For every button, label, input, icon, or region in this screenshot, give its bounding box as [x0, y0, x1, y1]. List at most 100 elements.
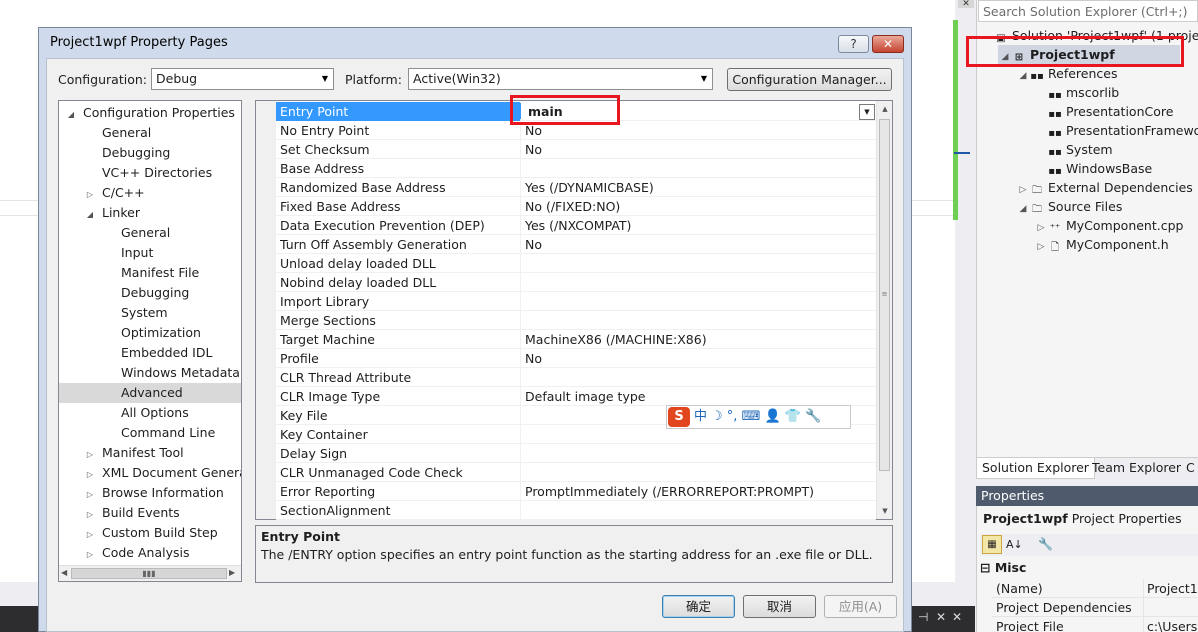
- tab-class-view[interactable]: C: [1181, 458, 1198, 479]
- entry-point-dropdown[interactable]: ▼: [859, 104, 875, 120]
- property-row[interactable]: Set Checksum No: [276, 140, 876, 159]
- solution-explorer-item[interactable]: ▷ ⁺⁺ MyComponent.cpp: [1034, 216, 1184, 235]
- property-value[interactable]: No (/FIXED:NO): [525, 197, 873, 216]
- properties-row[interactable]: (Name) Project1: [992, 579, 1198, 598]
- tree-item[interactable]: General: [59, 123, 241, 143]
- solution-explorer-item[interactable]: ◢ 🗀 Source Files: [1016, 197, 1123, 219]
- scroll-right-icon[interactable]: ▶: [229, 568, 235, 577]
- property-value[interactable]: Yes (/NXCOMPAT): [525, 216, 873, 235]
- tree-item[interactable]: Debugging: [59, 143, 241, 163]
- tree-item[interactable]: ▷ C/C++: [59, 183, 241, 203]
- property-value[interactable]: [525, 463, 873, 482]
- property-row[interactable]: Target Machine MachineX86 (/MACHINE:X86): [276, 330, 876, 349]
- property-row[interactable]: Turn Off Assembly Generation No: [276, 235, 876, 254]
- property-grid-scrollbar[interactable]: ▲ ≡ ▼: [876, 101, 892, 519]
- solution-explorer-item[interactable]: ▪▪ PresentationCore: [1034, 102, 1173, 121]
- tree-item[interactable]: ▷ Build Events: [59, 503, 241, 523]
- tree-item[interactable]: Command Line: [59, 423, 241, 443]
- ime-tools-icons[interactable]: ☽ °, ⌨ 👤 👕 🔧: [711, 406, 821, 428]
- scrollbar-thumb[interactable]: ≡: [879, 119, 890, 471]
- property-row[interactable]: CLR Image Type Default image type: [276, 387, 876, 406]
- tree-item[interactable]: Advanced: [59, 383, 241, 403]
- property-row[interactable]: Randomized Base Address Yes (/DYNAMICBASE…: [276, 178, 876, 197]
- scroll-down-icon[interactable]: ▼: [877, 503, 893, 519]
- property-row[interactable]: Delay Sign: [276, 444, 876, 463]
- expand-arrow-icon[interactable]: ▷: [84, 525, 96, 545]
- property-row[interactable]: Profile No: [276, 349, 876, 368]
- property-value[interactable]: PromptImmediately (/ERRORREPORT:PROMPT): [525, 482, 873, 501]
- property-row[interactable]: CLR Thread Attribute: [276, 368, 876, 387]
- property-value[interactable]: No: [525, 235, 873, 254]
- tree-item[interactable]: Windows Metadata: [59, 363, 241, 383]
- property-value[interactable]: [525, 273, 873, 292]
- configuration-select[interactable]: Debug ▼: [151, 68, 334, 90]
- expand-arrow-icon[interactable]: ▷: [84, 445, 96, 465]
- tree-item[interactable]: ▷ Browse Information: [59, 483, 241, 503]
- expand-arrow-icon[interactable]: ▷: [84, 545, 96, 565]
- tree-horizontal-scrollbar[interactable]: ◀ ▮▮▮ ▶: [59, 565, 241, 581]
- tree-item[interactable]: General: [59, 223, 241, 243]
- scrollbar-thumb[interactable]: ▮▮▮: [71, 568, 227, 579]
- property-row[interactable]: Merge Sections: [276, 311, 876, 330]
- scroll-left-icon[interactable]: ◀: [61, 568, 67, 577]
- solution-explorer-item[interactable]: ▷ 🗋 MyComponent.h: [1034, 235, 1169, 254]
- tree-item[interactable]: ▷ XML Document Generat: [59, 463, 241, 483]
- alphabetical-icon[interactable]: A↓: [1006, 535, 1023, 554]
- tree-item[interactable]: VC++ Directories: [59, 163, 241, 183]
- property-value[interactable]: [525, 254, 873, 273]
- properties-row[interactable]: Project Dependencies: [992, 598, 1198, 617]
- close-icon[interactable]: ✕: [936, 610, 946, 624]
- tree-item[interactable]: All Options: [59, 403, 241, 423]
- property-row[interactable]: Data Execution Prevention (DEP) Yes (/NXC…: [276, 216, 876, 235]
- tree-item[interactable]: System: [59, 303, 241, 323]
- properties-section-misc[interactable]: ⊟ Misc: [980, 560, 1026, 575]
- property-row[interactable]: Fixed Base Address No (/FIXED:NO): [276, 197, 876, 216]
- tree-item[interactable]: ▷ Custom Build Step: [59, 523, 241, 543]
- solution-explorer-item[interactable]: ▪▪ WindowsBase: [1034, 159, 1152, 178]
- properties-value[interactable]: Project1: [1144, 581, 1198, 596]
- pin-icon[interactable]: ⊣: [918, 610, 928, 624]
- properties-row[interactable]: Project File c:\Users: [992, 617, 1198, 632]
- property-value[interactable]: Yes (/DYNAMICBASE): [525, 178, 873, 197]
- editor-splitter[interactable]: [954, 0, 976, 632]
- tree-item[interactable]: Manifest File: [59, 263, 241, 283]
- tree-item[interactable]: Embedded IDL: [59, 343, 241, 363]
- scroll-up-icon[interactable]: ▲: [877, 101, 893, 117]
- property-value[interactable]: No: [525, 349, 873, 368]
- property-value[interactable]: Default image type: [525, 387, 873, 406]
- solution-explorer-item[interactable]: ▪▪ System: [1034, 140, 1112, 159]
- tab-team-explorer[interactable]: Team Explorer: [1087, 458, 1186, 479]
- property-value[interactable]: No: [525, 140, 873, 159]
- properties-value[interactable]: [1144, 600, 1147, 615]
- tree-item[interactable]: ▷ Manifest Tool: [59, 443, 241, 463]
- platform-select[interactable]: Active(Win32) ▼: [408, 68, 713, 90]
- property-row[interactable]: Error Reporting PromptImmediately (/ERROR…: [276, 482, 876, 501]
- tree-item[interactable]: ◢ Configuration Properties: [59, 103, 241, 123]
- property-row[interactable]: Unload delay loaded DLL: [276, 254, 876, 273]
- ime-mode-toggle[interactable]: 中: [694, 406, 707, 428]
- collapse-arrow-icon[interactable]: ◢: [1016, 200, 1030, 219]
- property-row[interactable]: Base Address: [276, 159, 876, 178]
- expand-arrow-icon[interactable]: ▷: [84, 485, 96, 505]
- property-pages-icon[interactable]: 🔧: [1038, 535, 1053, 554]
- expand-arrow-icon[interactable]: ▷: [84, 465, 96, 485]
- collapse-arrow-icon[interactable]: ◢: [84, 205, 96, 225]
- settings-tree[interactable]: ◢ Configuration Properties General Debuggin…: [58, 100, 242, 582]
- expand-arrow-icon[interactable]: ▷: [84, 505, 96, 525]
- apply-button[interactable]: 应用(A): [824, 595, 897, 618]
- expand-arrow-icon[interactable]: ▷: [84, 185, 96, 205]
- property-row[interactable]: SectionAlignment: [276, 501, 876, 520]
- close-button[interactable]: ✕: [872, 35, 904, 53]
- property-row[interactable]: Nobind delay loaded DLL: [276, 273, 876, 292]
- tab-solution-explorer[interactable]: Solution Explorer: [976, 458, 1095, 479]
- ime-toolbar[interactable]: S 中 ☽ °, ⌨ 👤 👕 🔧: [666, 405, 851, 429]
- property-value[interactable]: [525, 368, 873, 387]
- properties-object[interactable]: Project1wpf Project Properties: [983, 511, 1182, 526]
- solution-explorer-search-input[interactable]: Search Solution Explorer (Ctrl+;): [978, 0, 1198, 22]
- solution-explorer-item[interactable]: ▷ 🗀 External Dependencies: [1016, 178, 1193, 197]
- property-value[interactable]: [525, 501, 873, 520]
- property-row[interactable]: CLR Unmanaged Code Check: [276, 463, 876, 482]
- property-row[interactable]: Import Library: [276, 292, 876, 311]
- collapse-arrow-icon[interactable]: ◢: [65, 105, 77, 125]
- expand-arrow-icon[interactable]: ▷: [1034, 238, 1048, 257]
